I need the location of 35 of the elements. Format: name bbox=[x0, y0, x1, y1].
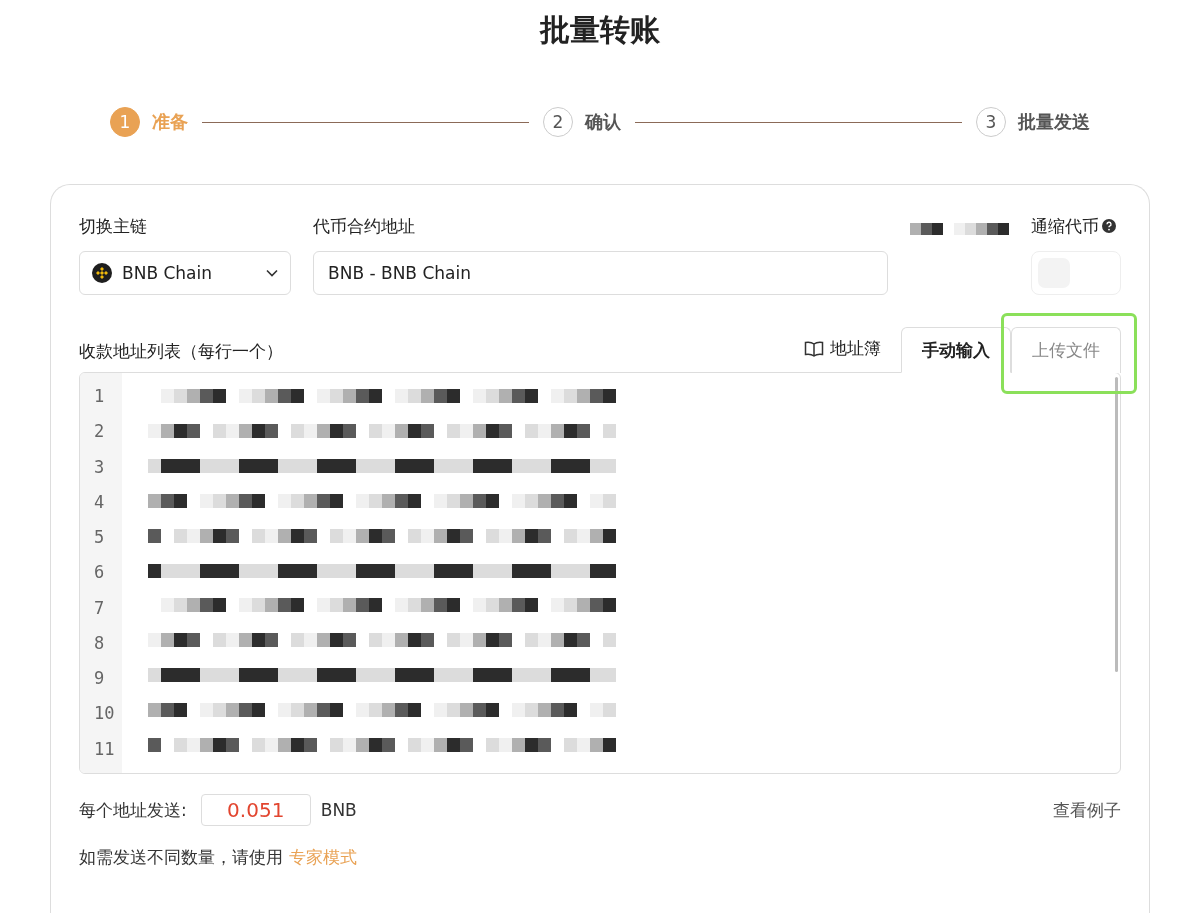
step-label: 确认 bbox=[585, 110, 621, 134]
step-label: 批量发送 bbox=[1018, 110, 1090, 134]
amount-field[interactable]: 0.051 bbox=[200, 794, 311, 826]
line-number: 3 bbox=[93, 455, 106, 479]
line-number: 10 bbox=[93, 702, 116, 726]
tab[interactable]: 上传文件 bbox=[1011, 327, 1121, 373]
amount-label: 每个地址发送: bbox=[79, 798, 187, 822]
line-number: 4 bbox=[93, 490, 106, 514]
caret-icon bbox=[266, 269, 278, 277]
example-link[interactable]: 查看例子 bbox=[1053, 798, 1121, 822]
address-book-link[interactable]: 地址簿 bbox=[830, 337, 881, 360]
unit-label: BNB bbox=[320, 800, 357, 820]
line-number: 2 bbox=[93, 420, 106, 444]
field-label: 切换主链 bbox=[79, 215, 148, 237]
field-label: 代币合约地址 bbox=[313, 215, 416, 237]
coin-icon bbox=[92, 263, 112, 283]
book-icon[interactable] bbox=[804, 340, 824, 357]
field-label: 通缩代币 bbox=[1031, 215, 1099, 237]
line-number: 6 bbox=[93, 561, 106, 585]
line-number: 8 bbox=[93, 631, 106, 655]
step-number: 1 bbox=[110, 107, 140, 137]
chain-dropdown[interactable]: BNB Chain bbox=[79, 251, 291, 295]
tab[interactable]: 手动输入 bbox=[901, 327, 1011, 373]
field-label: 收款地址列表（每行一个） bbox=[79, 340, 283, 363]
line-number: 5 bbox=[93, 526, 106, 550]
line-number: 7 bbox=[93, 596, 106, 620]
token-address-field[interactable]: BNB - BNB Chain bbox=[313, 251, 888, 295]
page-title: 批量转账 bbox=[540, 11, 660, 49]
line-number: 11 bbox=[93, 737, 116, 761]
line-number: 9 bbox=[93, 667, 106, 691]
line-number: 1 bbox=[93, 385, 106, 408]
note-text: 如需发送不同数量，请使用 bbox=[79, 846, 283, 869]
address-editor[interactable]: 1 2 3 4 5 6 7 8 9 10 11 bbox=[79, 372, 1121, 774]
step-label: 准备 bbox=[152, 110, 188, 134]
help-icon[interactable] bbox=[1102, 219, 1116, 233]
